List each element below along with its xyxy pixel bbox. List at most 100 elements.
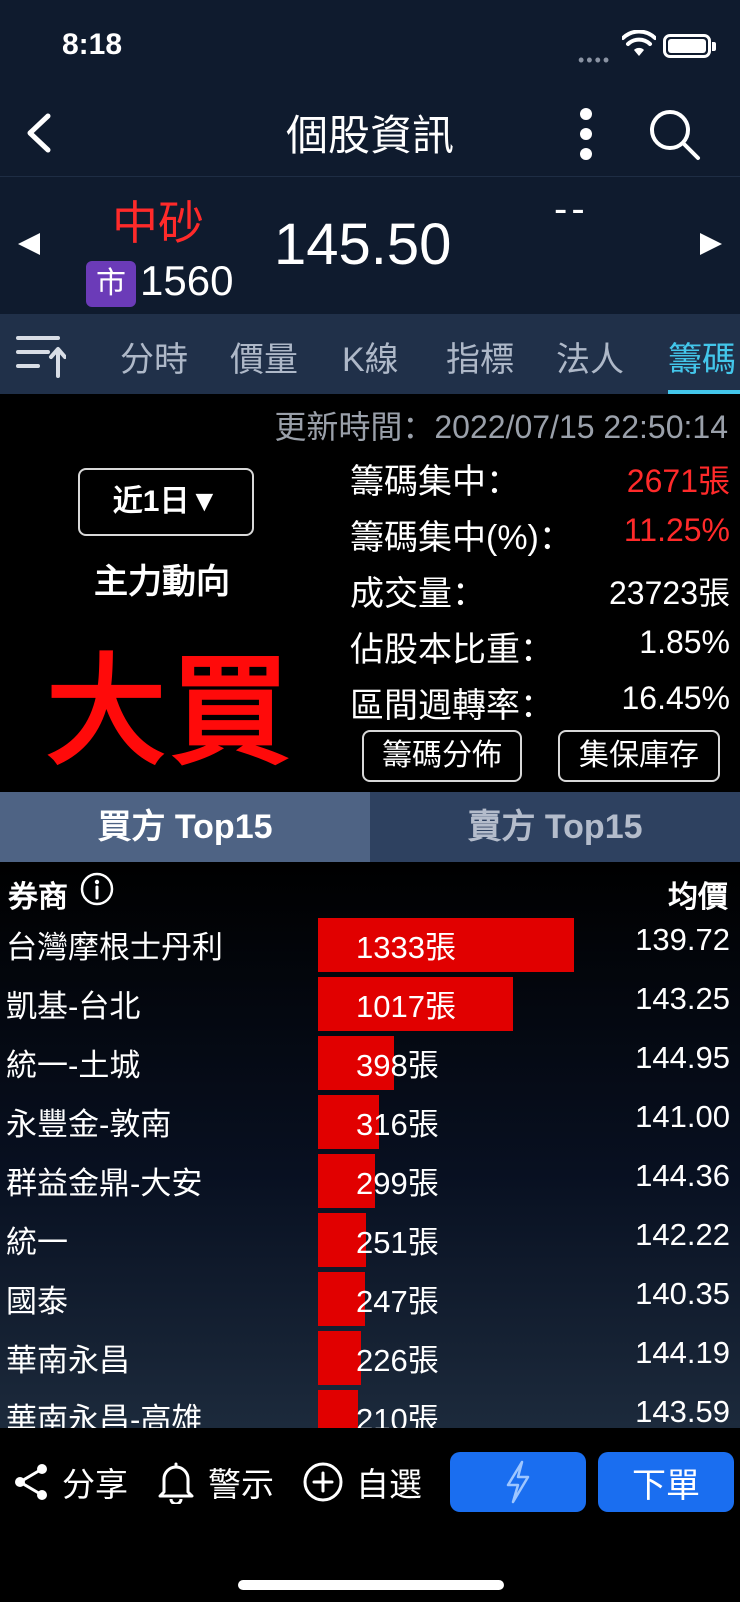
chip-summary: 更新時間：2022/07/15 22:50:14 近1日▼ 主力動向 大買 籌碼…	[0, 394, 740, 792]
broker-name: 統一	[6, 1225, 68, 1260]
avg-price: 140.35	[635, 1276, 730, 1311]
wifi-icon	[622, 30, 656, 56]
buy-sell-tabs: 買方 Top15 賣方 Top15	[0, 792, 740, 862]
table-header: 券商 均價	[0, 862, 740, 914]
more-options-icon[interactable]	[568, 106, 604, 162]
bottom-toolbar: 分享 警示 自選 下單	[0, 1428, 740, 1602]
net-volume: 251張	[356, 1225, 439, 1260]
tab-sell-top15[interactable]: 賣方 Top15	[370, 792, 740, 862]
avg-price: 144.95	[635, 1040, 730, 1075]
tab-price-volume[interactable]: 價量	[230, 332, 298, 381]
main-force-signal: 大買	[46, 645, 294, 779]
tab-buy-top15[interactable]: 買方 Top15	[0, 792, 370, 862]
update-time: 更新時間：2022/07/15 22:50:14	[274, 409, 728, 445]
tab-indicators[interactable]: 指標	[446, 332, 514, 381]
net-volume: 247張	[356, 1284, 439, 1319]
table-row[interactable]: 台灣摩根士丹利 1333張 139.72	[0, 914, 740, 973]
table-row[interactable]: 統一 251張 142.22	[0, 1209, 740, 1268]
home-indicator	[238, 1580, 504, 1590]
stock-name: 中砂	[112, 197, 204, 249]
status-bar: 8:18 ••••	[0, 0, 740, 92]
stat-value-capital-ratio: 1.85%	[639, 624, 730, 660]
page-title: 個股資訊	[285, 112, 454, 159]
watchlist-label: 自選	[356, 1466, 422, 1503]
period-dropdown[interactable]: 近1日▼	[78, 468, 254, 536]
tab-institutional[interactable]: 法人	[556, 332, 624, 381]
stat-value-turnover: 16.45%	[621, 680, 730, 716]
volume-bar	[318, 1331, 361, 1385]
chip-distribution-button[interactable]: 籌碼分佈	[362, 730, 522, 782]
table-row[interactable]: 華南永昌-高雄 210張 143.59	[0, 1386, 740, 1428]
info-icon[interactable]	[80, 872, 114, 906]
net-volume: 398張	[356, 1048, 439, 1083]
stat-label-concentration: 籌碼集中：	[350, 463, 520, 501]
share-button[interactable]: 分享	[12, 1452, 128, 1512]
custody-inventory-button[interactable]: 集保庫存	[558, 730, 720, 782]
share-label: 分享	[62, 1466, 128, 1503]
avg-price: 139.72	[635, 922, 730, 957]
lightning-icon	[506, 1460, 530, 1504]
broker-name: 永豐金-敦南	[6, 1107, 172, 1142]
tab-intraday[interactable]: 分時	[120, 332, 188, 381]
tab-chips[interactable]: 籌碼	[668, 332, 736, 381]
nav-bar: 個股資訊	[0, 92, 740, 176]
main-force-label: 主力動向	[94, 563, 230, 601]
stat-label-capital-ratio: 佔股本比重：	[350, 631, 554, 669]
broker-column-header: 券商	[8, 881, 68, 914]
table-row[interactable]: 群益金鼎-大安 299張 144.36	[0, 1150, 740, 1209]
tab-sort-icon[interactable]	[16, 332, 66, 378]
search-icon[interactable]	[646, 106, 702, 162]
share-icon	[15, 1464, 47, 1500]
stat-label-volume: 成交量：	[350, 575, 486, 613]
volume-bar	[318, 1390, 358, 1428]
tab-bar: 分時 價量 K線 指標 法人 籌碼	[0, 314, 740, 394]
net-volume: 210張	[356, 1402, 439, 1428]
price-change: --	[554, 187, 589, 231]
stat-label-concentration-pct: 籌碼集中(%)：	[350, 519, 573, 557]
alert-button[interactable]: 警示	[156, 1452, 274, 1512]
net-volume: 1017張	[356, 989, 456, 1024]
previous-stock-button[interactable]	[14, 229, 44, 259]
table-row[interactable]: 統一-土城 398張 144.95	[0, 1032, 740, 1091]
avg-price: 141.00	[635, 1099, 730, 1134]
add-circle-icon	[303, 1462, 343, 1502]
broker-table[interactable]: 券商 均價 台灣摩根士丹利 1333張 139.72 凱基-台北 1017張 143.25…	[0, 862, 740, 1428]
broker-name: 凱基-台北	[6, 989, 141, 1024]
quote-header: 中砂 市 1560 145.50 --	[0, 176, 740, 314]
stock-code: 1560	[140, 257, 234, 304]
signal-icon: ••••	[578, 50, 612, 70]
table-row[interactable]: 永豐金-敦南 316張 141.00	[0, 1091, 740, 1150]
avg-price: 144.19	[635, 1335, 730, 1370]
stat-value-volume: 23723張	[609, 575, 730, 611]
broker-name: 統一-土城	[6, 1048, 141, 1083]
stat-value-concentration-pct: 11.25%	[623, 512, 730, 548]
watchlist-button[interactable]: 自選	[302, 1452, 422, 1512]
next-stock-button[interactable]	[696, 229, 726, 259]
broker-name: 華南永昌-高雄	[6, 1402, 203, 1428]
avg-price: 142.22	[635, 1217, 730, 1252]
table-row[interactable]: 凱基-台北 1017張 143.25	[0, 973, 740, 1032]
avg-price: 143.59	[635, 1394, 730, 1428]
broker-name: 國泰	[6, 1284, 68, 1319]
place-order-button[interactable]: 下單	[598, 1452, 734, 1512]
avg-price-column-header: 均價	[668, 881, 728, 914]
table-row[interactable]: 國泰 247張 140.35	[0, 1268, 740, 1327]
net-volume: 1333張	[356, 930, 456, 965]
net-volume: 226張	[356, 1343, 439, 1378]
broker-name: 台灣摩根士丹利	[6, 930, 223, 965]
stat-label-turnover: 區間週轉率：	[350, 687, 554, 725]
market-badge: 市	[86, 261, 136, 307]
alert-label: 警示	[208, 1466, 274, 1503]
net-volume: 299張	[356, 1166, 439, 1201]
tab-kline[interactable]: K線	[342, 332, 399, 381]
quick-order-button[interactable]	[450, 1452, 586, 1512]
bell-icon	[158, 1462, 194, 1504]
stock-price: 145.50	[274, 212, 452, 277]
stat-value-concentration: 2671張	[626, 463, 730, 499]
broker-name: 華南永昌	[6, 1343, 130, 1378]
battery-icon	[663, 34, 716, 58]
status-time: 8:18	[62, 28, 123, 61]
table-row[interactable]: 華南永昌 226張 144.19	[0, 1327, 740, 1386]
net-volume: 316張	[356, 1107, 439, 1142]
avg-price: 143.25	[635, 981, 730, 1016]
